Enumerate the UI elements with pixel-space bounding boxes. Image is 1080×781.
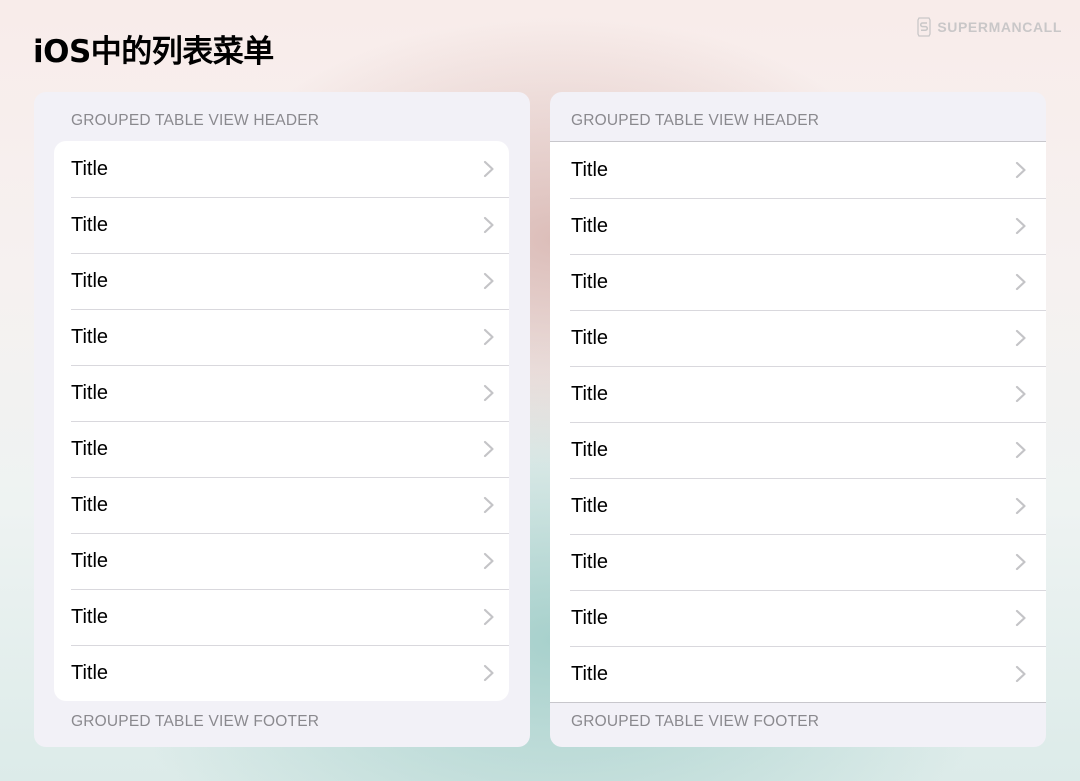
row-title: Title	[71, 269, 109, 292]
table-row[interactable]: Title	[550, 198, 1046, 254]
chevron-right-icon	[1015, 609, 1026, 627]
table-row[interactable]: Title	[54, 197, 509, 253]
chevron-right-icon	[1015, 441, 1026, 459]
chevron-right-icon	[483, 608, 494, 626]
chevron-right-icon	[1015, 161, 1026, 179]
row-title: Title	[71, 661, 109, 684]
table-row[interactable]: Title	[550, 478, 1046, 534]
row-title: Title	[71, 381, 109, 404]
row-title: Title	[571, 382, 609, 405]
table-row[interactable]: Title	[54, 589, 509, 645]
chevron-right-icon	[483, 384, 494, 402]
row-title: Title	[571, 326, 609, 349]
section-footer: GROUPED TABLE VIEW FOOTER	[571, 713, 820, 730]
chevron-right-icon	[1015, 273, 1026, 291]
grouped-table: GROUPED TABLE VIEW HEADER Title Title Titl…	[550, 92, 1046, 747]
row-title: Title	[571, 270, 609, 293]
row-title: Title	[71, 549, 109, 572]
chevron-right-icon	[483, 552, 494, 570]
table-section: Title Title Title Title Title Title Title Title…	[550, 141, 1046, 703]
page-title: iOS中的列表菜单	[33, 34, 274, 70]
section-header: GROUPED TABLE VIEW HEADER	[571, 112, 820, 129]
table-section: Title Title Title Title Title Title Title Title…	[54, 141, 509, 701]
row-title: Title	[71, 213, 109, 236]
table-row[interactable]: Title	[550, 590, 1046, 646]
chevron-right-icon	[483, 496, 494, 514]
section-header: GROUPED TABLE VIEW HEADER	[71, 112, 320, 129]
table-row[interactable]: Title	[54, 533, 509, 589]
table-row[interactable]: Title	[550, 534, 1046, 590]
table-row[interactable]: Title	[550, 310, 1046, 366]
row-title: Title	[571, 494, 609, 517]
chevron-right-icon	[483, 440, 494, 458]
chevron-right-icon	[1015, 497, 1026, 515]
row-title: Title	[71, 605, 109, 628]
row-title: Title	[71, 493, 109, 516]
chevron-right-icon	[1015, 329, 1026, 347]
table-row[interactable]: Title	[550, 646, 1046, 702]
table-row[interactable]: Title	[54, 645, 509, 701]
table-row[interactable]: Title	[54, 477, 509, 533]
chevron-right-icon	[483, 160, 494, 178]
table-row[interactable]: Title	[550, 142, 1046, 198]
chevron-right-icon	[1015, 217, 1026, 235]
chevron-right-icon	[1015, 553, 1026, 571]
chevron-right-icon	[483, 664, 494, 682]
row-title: Title	[71, 157, 109, 180]
chevron-right-icon	[483, 272, 494, 290]
chevron-right-icon	[483, 328, 494, 346]
brand-name: SUPERMANCALL	[937, 19, 1062, 35]
table-row[interactable]: Title	[54, 421, 509, 477]
table-row[interactable]: Title	[54, 253, 509, 309]
row-title: Title	[71, 325, 109, 348]
table-row[interactable]: Title	[54, 141, 509, 197]
row-title: Title	[571, 158, 609, 181]
row-title: Title	[571, 662, 609, 685]
table-row[interactable]: Title	[550, 366, 1046, 422]
table-row[interactable]: Title	[54, 365, 509, 421]
section-footer: GROUPED TABLE VIEW FOOTER	[71, 713, 320, 730]
row-title: Title	[71, 437, 109, 460]
row-title: Title	[571, 550, 609, 573]
inset-grouped-table: GROUPED TABLE VIEW HEADER Title Title Titl…	[34, 92, 530, 747]
chevron-right-icon	[483, 216, 494, 234]
table-row[interactable]: Title	[550, 254, 1046, 310]
table-row[interactable]: Title	[550, 422, 1046, 478]
supermancall-logo-icon	[917, 17, 931, 37]
table-row[interactable]: Title	[54, 309, 509, 365]
chevron-right-icon	[1015, 665, 1026, 683]
row-title: Title	[571, 214, 609, 237]
brand-logo: SUPERMANCALL	[917, 17, 1062, 37]
row-title: Title	[571, 438, 609, 461]
chevron-right-icon	[1015, 385, 1026, 403]
row-title: Title	[571, 606, 609, 629]
